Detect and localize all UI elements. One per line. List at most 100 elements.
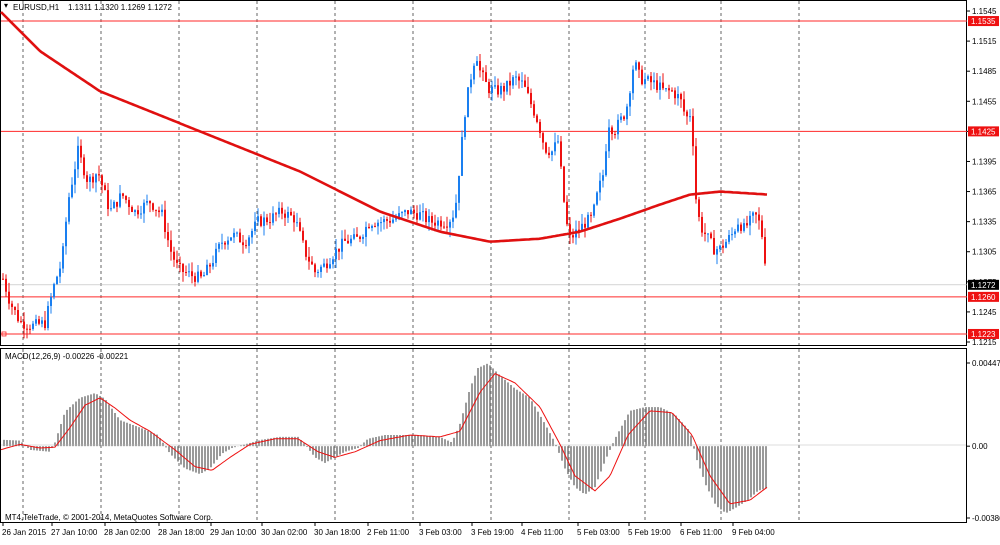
bull-candle xyxy=(50,297,52,306)
symbol-label: EURUSD,H1 xyxy=(13,3,60,12)
bull-candle xyxy=(644,79,646,85)
bull-candle xyxy=(353,234,355,239)
bear-candle xyxy=(368,226,370,229)
symbol-dropdown-icon[interactable]: ▾ xyxy=(4,1,8,10)
bear-candle xyxy=(668,88,670,91)
time-tick-label: 29 Jan 10:00 xyxy=(210,528,257,537)
bull-candle xyxy=(557,141,559,143)
bull-candle xyxy=(71,184,73,198)
bear-candle xyxy=(170,240,172,252)
bull-candle xyxy=(716,249,718,255)
bear-candle xyxy=(407,210,409,215)
bear-candle xyxy=(674,90,676,99)
bull-candle xyxy=(437,220,439,226)
bull-candle xyxy=(59,268,61,277)
bear-candle xyxy=(656,80,658,90)
bear-candle xyxy=(314,264,316,273)
time-tick-label: 28 Jan 18:00 xyxy=(158,528,205,537)
bull-candle xyxy=(599,180,601,193)
bear-candle xyxy=(584,223,586,228)
time-tick-label: 28 Jan 02:00 xyxy=(104,528,151,537)
bull-candle xyxy=(47,305,49,328)
bull-candle xyxy=(287,211,289,218)
bull-candle xyxy=(659,82,661,90)
bear-candle xyxy=(662,82,664,89)
bear-candle xyxy=(131,206,133,213)
bear-candle xyxy=(38,319,40,324)
bull-candle xyxy=(254,221,256,231)
bull-candle xyxy=(404,210,406,213)
bear-candle xyxy=(413,209,415,214)
bull-candle xyxy=(719,245,721,250)
bear-candle xyxy=(671,90,673,92)
bear-candle xyxy=(194,276,196,282)
bear-candle xyxy=(305,240,307,257)
bear-candle xyxy=(173,251,175,260)
bull-candle xyxy=(335,248,337,260)
bull-candle xyxy=(383,219,385,223)
bear-candle xyxy=(698,199,700,217)
bull-candle xyxy=(32,323,34,330)
time-tick-label: 3 Feb 19:00 xyxy=(471,528,514,537)
bear-candle xyxy=(374,225,376,227)
bull-candle xyxy=(233,232,235,238)
bear-candle xyxy=(527,86,529,93)
bull-candle xyxy=(227,240,229,245)
moving-average-line xyxy=(0,11,768,243)
bull-candle xyxy=(461,136,463,176)
bear-candle xyxy=(446,226,448,228)
bear-candle xyxy=(416,213,418,220)
bull-candle xyxy=(554,142,556,152)
bear-candle xyxy=(572,235,574,238)
bull-candle xyxy=(506,80,508,92)
chart-svg[interactable]: 1.1545 1.1515 1.1485 1.1455 1.1425 1.1395 1.13… xyxy=(0,0,1000,540)
bull-candle xyxy=(329,264,331,269)
bear-candle xyxy=(122,193,124,196)
bear-candle xyxy=(440,220,442,227)
bear-candle xyxy=(266,217,268,223)
bull-candle xyxy=(500,86,502,95)
bull-candle xyxy=(455,202,457,218)
bull-candle xyxy=(752,212,754,216)
horizontal-levels xyxy=(1,20,967,337)
bull-candle xyxy=(230,237,232,241)
bear-candle xyxy=(128,199,130,207)
bull-candle xyxy=(494,85,496,87)
bear-candle xyxy=(560,141,562,167)
bull-candle xyxy=(626,106,628,120)
price-tick-label: 1.1395 xyxy=(972,157,997,166)
bull-candle xyxy=(113,201,115,209)
bull-candle xyxy=(737,224,739,232)
price-tick-label: 1.1245 xyxy=(972,308,997,317)
bull-candle xyxy=(647,76,649,80)
bull-candle xyxy=(332,259,334,265)
bear-candle xyxy=(563,166,565,202)
bear-candle xyxy=(683,99,685,112)
bull-candle xyxy=(749,215,751,226)
bull-candle xyxy=(56,276,58,285)
bear-candle xyxy=(479,61,481,71)
bear-candle xyxy=(44,320,46,328)
bear-candle xyxy=(185,272,187,274)
bull-candle xyxy=(587,214,589,228)
bull-candle xyxy=(392,219,394,223)
bear-candle xyxy=(137,210,139,215)
bull-candle xyxy=(77,145,79,170)
price-tick-label: 1.1485 xyxy=(972,67,997,76)
bear-candle xyxy=(86,175,88,182)
time-axis: 26 Jan 2015 27 Jan 10:00 28 Jan 02:00 28 Ja… xyxy=(2,522,775,537)
time-tick-label: 2 Feb 11:00 xyxy=(367,528,410,537)
bear-candle xyxy=(740,224,742,231)
trading-chart[interactable]: 1.1545 1.1515 1.1485 1.1455 1.1425 1.1395 1.13… xyxy=(0,0,1000,540)
time-tick-label: 27 Jan 10:00 xyxy=(51,528,98,537)
bear-candle xyxy=(524,80,526,87)
bear-candle xyxy=(503,86,505,92)
bull-candle xyxy=(743,223,745,231)
bear-candle xyxy=(359,236,361,239)
bull-candle xyxy=(476,61,478,66)
time-tick-label: 26 Jan 2015 xyxy=(2,528,47,537)
bear-candle xyxy=(26,328,28,330)
bull-candle xyxy=(323,263,325,267)
macd-tick-label: -0.00386 xyxy=(972,514,1000,523)
bear-candle xyxy=(92,176,94,183)
